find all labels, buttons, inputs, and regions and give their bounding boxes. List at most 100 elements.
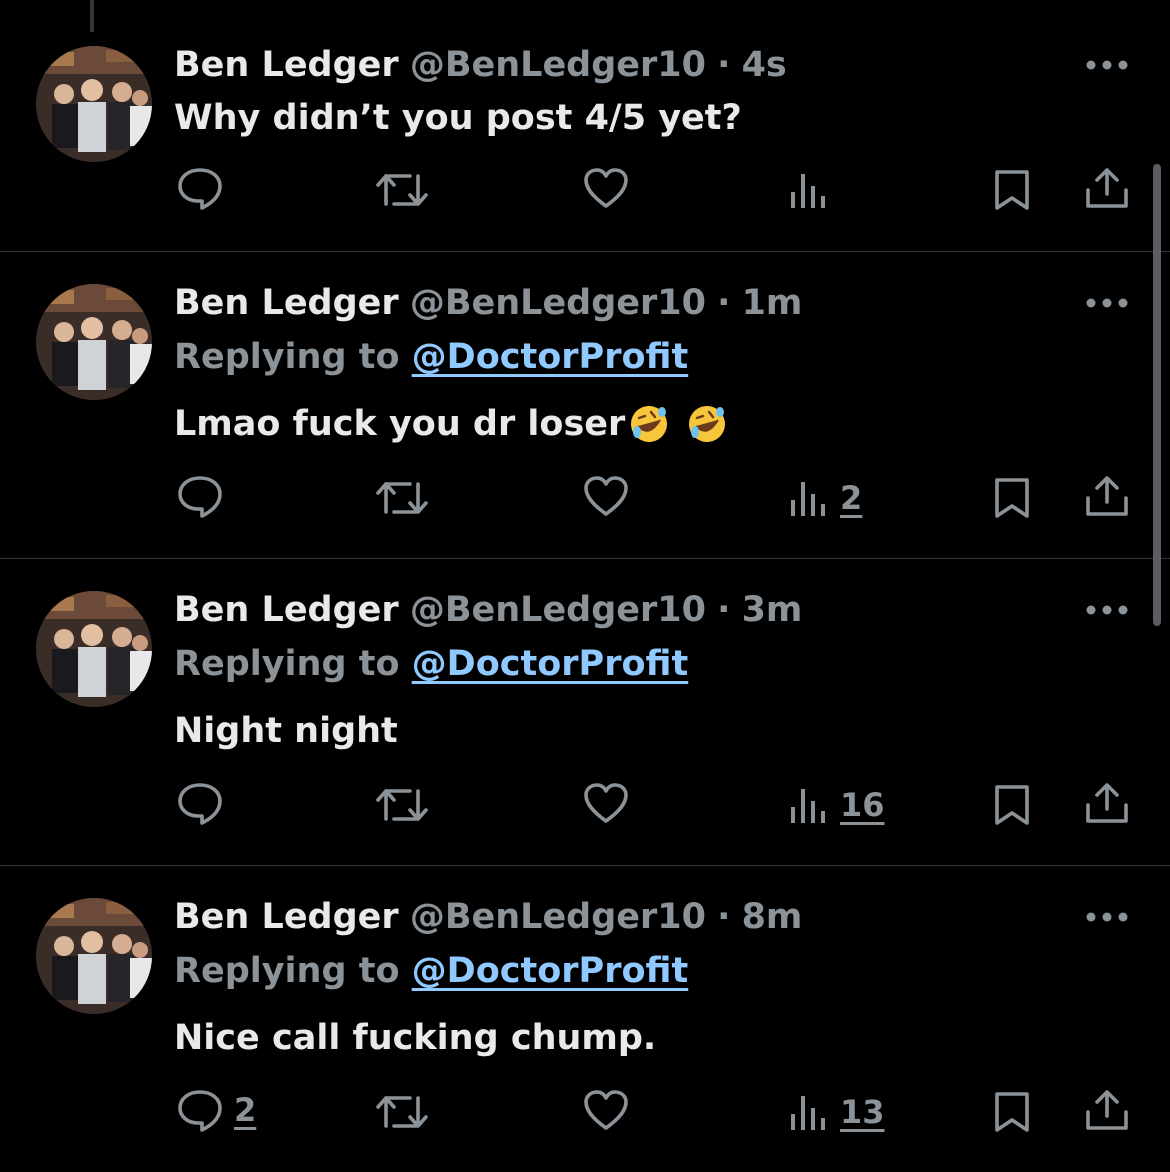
tweet-header: Ben Ledger @BenLedger10 · 1m: [174, 278, 802, 328]
reply-button[interactable]: 2: [176, 1088, 256, 1132]
reply-icon: [178, 783, 222, 825]
bookmark-icon: [995, 785, 1029, 825]
view-count: 13: [840, 1093, 885, 1131]
scrollbar[interactable]: [1153, 164, 1161, 626]
separator: ·: [717, 590, 731, 630]
reply-feed: Ben Ledger @BenLedger10 · 4s Why didn’t …: [0, 0, 1170, 1172]
more-icon[interactable]: [1084, 50, 1130, 80]
like-button[interactable]: [582, 781, 630, 825]
tweet[interactable]: Ben Ledger @BenLedger10 · 1m Replying to…: [0, 252, 1170, 558]
replying-to-prefix: Replying to: [174, 951, 400, 991]
author-name[interactable]: Ben Ledger: [174, 590, 399, 630]
like-icon: [584, 1090, 628, 1130]
share-button[interactable]: [1084, 474, 1130, 518]
share-button[interactable]: [1084, 166, 1130, 210]
like-button[interactable]: [582, 166, 630, 210]
reply-icon: [178, 168, 222, 210]
view-count: 2: [840, 479, 863, 517]
like-button[interactable]: [582, 1088, 630, 1132]
replying-to-line: Replying to @DoctorProfit: [174, 639, 688, 689]
replying-to-line: Replying to @DoctorProfit: [174, 332, 688, 382]
views-icon: [791, 482, 825, 516]
views-icon: [791, 789, 825, 823]
more-icon[interactable]: [1084, 595, 1130, 625]
reply-icon: [178, 476, 222, 518]
share-button[interactable]: [1084, 781, 1130, 825]
repost-button[interactable]: [374, 476, 430, 520]
tweet[interactable]: Ben Ledger @BenLedger10 · 3m Replying to…: [0, 559, 1170, 865]
replying-to-link[interactable]: @DoctorProfit: [412, 337, 689, 377]
replying-to-link[interactable]: @DoctorProfit: [412, 644, 689, 684]
tweet-text: Night night: [174, 705, 398, 757]
separator: ·: [717, 897, 731, 937]
share-icon: [1086, 1090, 1128, 1130]
share-button[interactable]: [1084, 1088, 1130, 1132]
replying-to-link[interactable]: @DoctorProfit: [412, 951, 689, 991]
repost-icon: [376, 1096, 428, 1128]
view-count: 16: [840, 786, 885, 824]
replying-to-prefix: Replying to: [174, 644, 400, 684]
reply-button[interactable]: [176, 166, 234, 210]
avatar[interactable]: [36, 591, 152, 707]
bookmark-icon: [995, 1092, 1029, 1132]
views-icon: [791, 1096, 825, 1130]
tweet-text-content: Nice call fucking chump.: [174, 1018, 657, 1058]
repost-icon: [376, 174, 428, 206]
author-name[interactable]: Ben Ledger: [174, 283, 399, 323]
more-icon[interactable]: [1084, 288, 1130, 318]
views-button[interactable]: [788, 168, 840, 212]
timestamp[interactable]: 1m: [742, 283, 803, 323]
views-button[interactable]: 2: [788, 476, 862, 520]
share-icon: [1086, 783, 1128, 823]
like-icon: [584, 476, 628, 516]
tweet-text-content: Lmao fuck you dr loser: [174, 404, 626, 444]
avatar[interactable]: [36, 284, 152, 400]
author-handle[interactable]: @BenLedger10: [410, 45, 706, 85]
author-name[interactable]: Ben Ledger: [174, 897, 399, 937]
reply-button[interactable]: [176, 781, 234, 825]
replying-to-prefix: Replying to: [174, 337, 400, 377]
timestamp[interactable]: 4s: [742, 45, 787, 85]
avatar[interactable]: [36, 46, 152, 162]
author-handle[interactable]: @BenLedger10: [410, 897, 706, 937]
tweet-header: Ben Ledger @BenLedger10 · 4s: [174, 40, 787, 90]
like-icon: [584, 168, 628, 208]
avatar[interactable]: [36, 898, 152, 1014]
tweet-text: Why didn’t you post 4/5 yet?: [174, 92, 742, 144]
author-handle[interactable]: @BenLedger10: [410, 283, 706, 323]
like-icon: [584, 783, 628, 823]
tweet-text: Nice call fucking chump.: [174, 1012, 656, 1064]
repost-button[interactable]: [374, 783, 430, 827]
bookmark-button[interactable]: [992, 476, 1032, 520]
share-icon: [1086, 476, 1128, 516]
bookmark-button[interactable]: [992, 783, 1032, 827]
rolling-on-floor-laughing-icon: [689, 406, 726, 442]
tweet-text-content: Why didn’t you post 4/5 yet?: [174, 98, 742, 138]
tweet-header: Ben Ledger @BenLedger10 · 8m: [174, 892, 802, 942]
views-button[interactable]: 13: [788, 1090, 885, 1134]
rolling-on-floor-laughing-icon: [631, 406, 668, 442]
more-icon[interactable]: [1084, 902, 1130, 932]
bookmark-icon: [995, 170, 1029, 210]
bookmark-icon: [995, 478, 1029, 518]
tweet-text: Lmao fuck you dr loser: [174, 398, 727, 450]
separator: ·: [717, 283, 731, 323]
bookmark-button[interactable]: [992, 168, 1032, 212]
repost-button[interactable]: [374, 1090, 430, 1134]
author-name[interactable]: Ben Ledger: [174, 45, 399, 85]
bookmark-button[interactable]: [992, 1090, 1032, 1134]
separator: ·: [717, 45, 731, 85]
timestamp[interactable]: 8m: [742, 897, 803, 937]
tweet-text-content: Night night: [174, 711, 398, 751]
timestamp[interactable]: 3m: [742, 590, 803, 630]
tweet[interactable]: Ben Ledger @BenLedger10 · 8m Replying to…: [0, 866, 1170, 1172]
reply-count: 2: [234, 1091, 257, 1129]
tweet[interactable]: Ben Ledger @BenLedger10 · 4s Why didn’t …: [0, 0, 1170, 251]
views-button[interactable]: 16: [788, 783, 885, 827]
like-button[interactable]: [582, 474, 630, 518]
repost-icon: [376, 482, 428, 514]
author-handle[interactable]: @BenLedger10: [410, 590, 706, 630]
repost-button[interactable]: [374, 168, 430, 212]
views-icon: [791, 174, 825, 208]
reply-button[interactable]: [176, 474, 234, 518]
